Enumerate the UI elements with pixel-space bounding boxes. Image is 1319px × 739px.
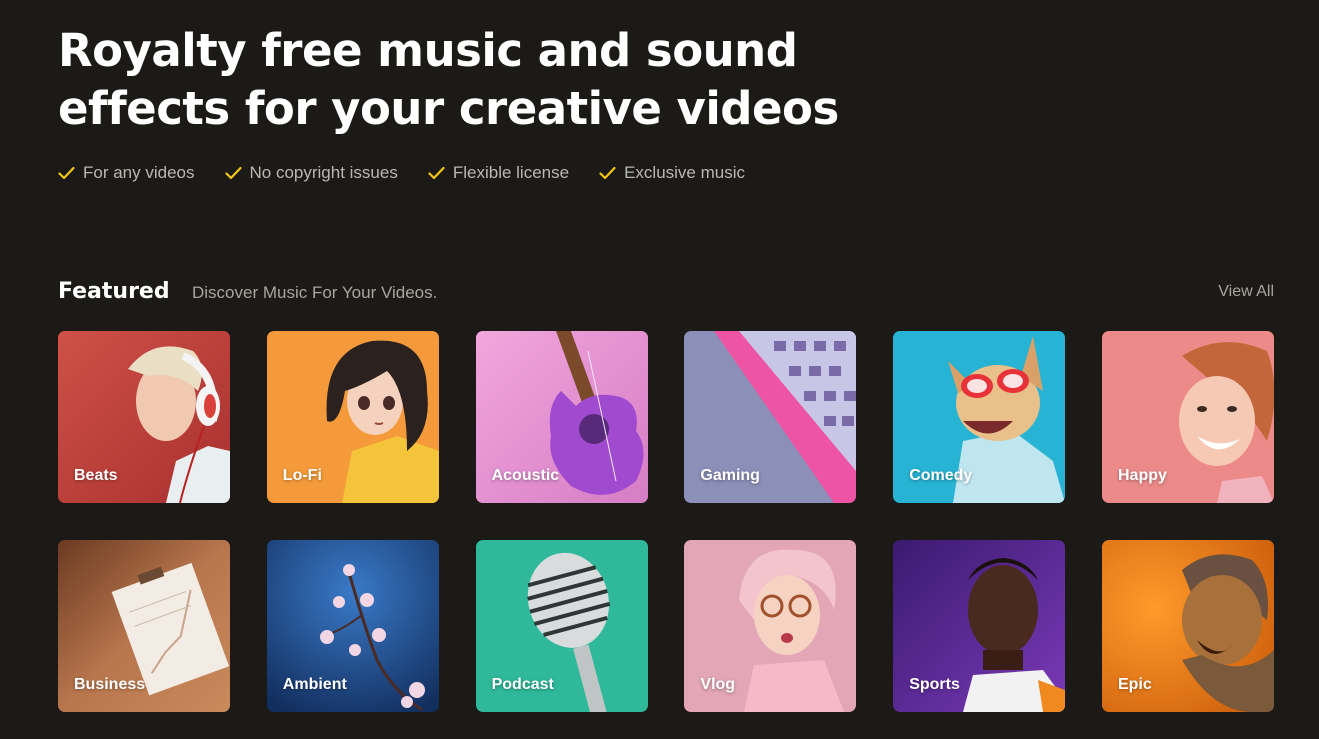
category-card-comedy[interactable]: Comedy bbox=[893, 331, 1066, 503]
featured-title: Featured bbox=[58, 279, 170, 304]
category-grid: Beats Lo-Fi Acoustic Gaming Comedy Happy… bbox=[58, 331, 1274, 712]
category-card-beats[interactable]: Beats bbox=[58, 331, 230, 503]
card-label: Vlog bbox=[700, 676, 736, 693]
feature-item: For any videos bbox=[58, 163, 195, 183]
hero-title-line-1: Royalty free music and sound bbox=[58, 24, 798, 77]
card-label: Comedy bbox=[909, 467, 973, 484]
card-label: Gaming bbox=[700, 467, 760, 484]
category-card-sports[interactable]: Sports bbox=[893, 540, 1066, 712]
card-label: Acoustic bbox=[491, 467, 560, 484]
card-label: Sports bbox=[909, 676, 960, 693]
feature-list: For any videos No copyright issues Flexi… bbox=[58, 161, 745, 185]
category-card-acoustic[interactable]: Acoustic bbox=[475, 331, 648, 503]
category-card-happy[interactable]: Happy bbox=[1101, 331, 1274, 503]
category-card-vlog[interactable]: Vlog bbox=[684, 540, 857, 712]
check-icon bbox=[58, 166, 75, 180]
card-label: Podcast bbox=[491, 676, 554, 693]
check-icon bbox=[224, 166, 242, 180]
card-label: Happy bbox=[1117, 467, 1167, 484]
feature-label: Exclusive music bbox=[624, 163, 745, 182]
view-all-link[interactable]: View All bbox=[1218, 281, 1274, 303]
category-card-business[interactable]: Business bbox=[58, 540, 230, 712]
category-card-ambient[interactable]: Ambient bbox=[266, 540, 439, 712]
feature-label: No copyright issues bbox=[249, 163, 398, 182]
hero-title: Royalty free music and sound effects for… bbox=[58, 22, 858, 138]
card-label: Ambient bbox=[282, 676, 347, 693]
featured-subtitle: Discover Music For Your Videos. bbox=[192, 283, 438, 302]
hero-title-line-2: effects for your creative videos bbox=[58, 82, 839, 135]
card-label: Business bbox=[74, 676, 146, 693]
category-card-lofi[interactable]: Lo-Fi bbox=[266, 331, 439, 503]
feature-item: No copyright issues bbox=[224, 163, 398, 183]
card-label: Beats bbox=[74, 467, 118, 484]
feature-item: Exclusive music bbox=[599, 163, 745, 183]
category-card-gaming[interactable]: Gaming bbox=[684, 331, 857, 503]
category-card-epic[interactable]: Epic bbox=[1101, 540, 1274, 712]
card-label: Lo-Fi bbox=[282, 467, 322, 484]
feature-label: For any videos bbox=[83, 163, 195, 182]
check-icon bbox=[599, 166, 616, 180]
card-label: Epic bbox=[1117, 676, 1152, 693]
check-icon bbox=[428, 166, 445, 180]
feature-item: Flexible license bbox=[428, 163, 569, 183]
feature-label: Flexible license bbox=[452, 163, 570, 182]
category-card-podcast[interactable]: Podcast bbox=[475, 540, 648, 712]
